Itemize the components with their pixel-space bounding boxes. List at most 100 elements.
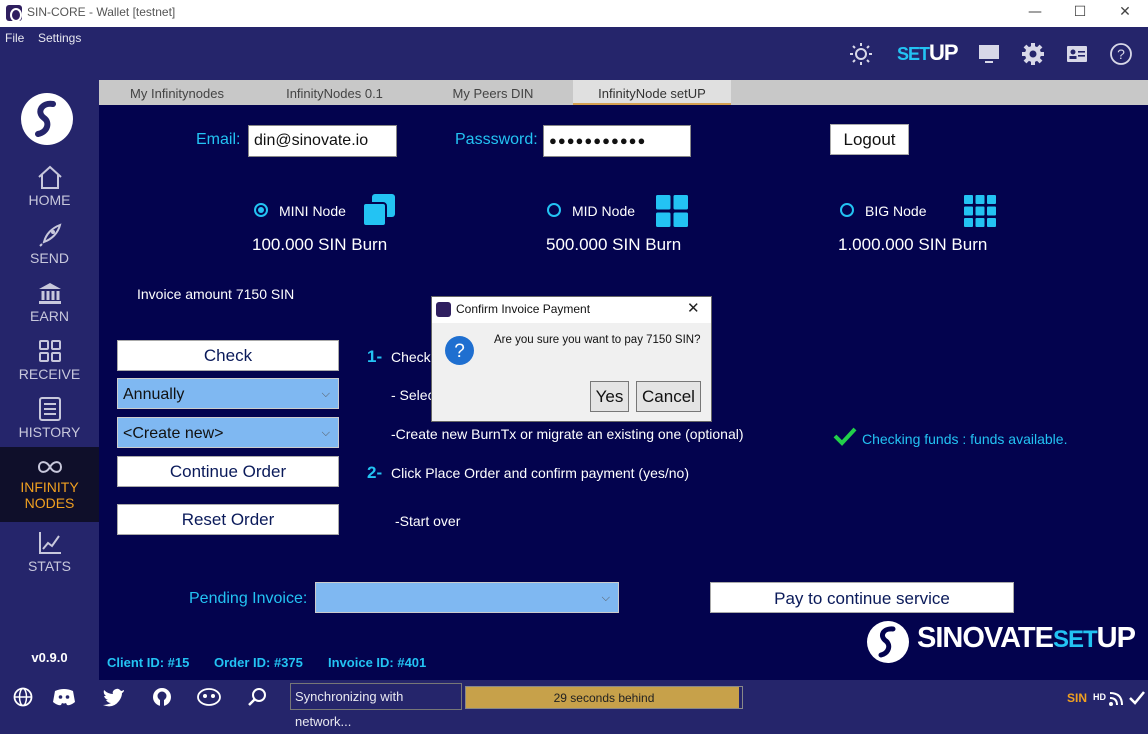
invoice-amount: Invoice amount 7150 SIN xyxy=(137,286,295,302)
sidebar-item-earn[interactable]: EARN xyxy=(0,280,99,330)
sidebar-item-stats[interactable]: STATS xyxy=(0,530,99,580)
github-icon[interactable] xyxy=(150,687,174,707)
twitter-icon[interactable] xyxy=(102,687,126,707)
app-logo-icon xyxy=(436,302,451,317)
close-button[interactable]: ✕ xyxy=(1102,0,1148,27)
sinovate-brand-icon xyxy=(867,621,909,663)
sinovate-logo-icon xyxy=(21,93,73,145)
help-icon[interactable]: ? xyxy=(1109,42,1133,66)
bank-icon xyxy=(38,283,61,304)
confirm-dialog: Confirm Invoice Payment ✕ ? Are you sure… xyxy=(431,296,712,422)
sidebar-item-history[interactable]: HISTORY xyxy=(0,396,99,446)
funds-status: Checking funds : funds available. xyxy=(862,431,1068,447)
svg-text:?: ? xyxy=(1117,46,1125,62)
brand-part1: SINOVATE xyxy=(917,622,1054,654)
email-field[interactable]: din@sinovate.io xyxy=(248,125,397,157)
sidebar-item-label-line1: INFINITY xyxy=(20,479,79,495)
sidebar-item-label: EARN xyxy=(30,308,69,324)
tab-my-infinitynodes[interactable]: My Infinitynodes xyxy=(99,80,255,105)
mid-node-burn: 500.000 SIN Burn xyxy=(546,235,682,254)
tab-bar: My Infinitynodes InfinityNodes 0.1 My Pe… xyxy=(99,80,1148,105)
setup-logo[interactable]: SETUP xyxy=(897,40,959,66)
cancel-button[interactable]: Cancel xyxy=(636,381,701,412)
sync-progress-bar: 29 seconds behind xyxy=(465,686,743,709)
invoice-id: Invoice ID: #401 xyxy=(328,655,427,670)
sidebar-item-home[interactable]: HOME xyxy=(0,164,99,214)
sidebar-item-send[interactable]: SEND xyxy=(0,222,99,272)
search-icon[interactable] xyxy=(246,687,270,707)
maximize-button[interactable]: ☐ xyxy=(1057,0,1103,27)
unit-label: SIN xyxy=(1067,691,1088,705)
gear-icon[interactable] xyxy=(1021,42,1045,66)
burn-tx-select[interactable]: <Create new> ⌵ xyxy=(117,417,339,448)
mini-node-radio[interactable] xyxy=(254,203,268,217)
dialog-title: Confirm Invoice Payment xyxy=(456,302,591,316)
question-icon: ? xyxy=(445,336,474,365)
password-field[interactable]: ●●●●●●●●●●● xyxy=(543,125,691,157)
sidebar-item-label: STATS xyxy=(27,558,72,574)
step-2-text: Click Place Order and confirm payment (y… xyxy=(391,465,689,481)
step-1-text: Check xyxy=(391,349,431,365)
dialog-message: Are you sure you want to pay 7150 SIN? xyxy=(494,334,701,346)
sidebar-item-label: SEND xyxy=(30,250,69,266)
sync-progress-text: 29 seconds behind xyxy=(553,691,655,705)
chevron-down-icon: ⌵ xyxy=(601,592,610,604)
menu-bar: File Settings xyxy=(0,27,1148,53)
dialog-close-button[interactable]: ✕ xyxy=(687,299,700,317)
tab-my-peers-din[interactable]: My Peers DIN xyxy=(414,80,572,105)
mid-node-radio[interactable] xyxy=(547,203,561,217)
infinity-icon xyxy=(37,461,62,473)
yes-button[interactable]: Yes xyxy=(590,381,629,412)
brand-part2: SET xyxy=(1052,626,1098,653)
brightness-icon[interactable] xyxy=(849,42,873,66)
pending-invoice-select[interactable]: ⌵ xyxy=(315,582,619,613)
window-title-bar: SIN-CORE - Wallet [testnet] — ☐ ✕ xyxy=(0,0,1148,27)
period-select[interactable]: Annually ⌵ xyxy=(117,378,339,409)
mid-node-icon xyxy=(656,195,688,227)
sidebar-item-label: HISTORY xyxy=(18,424,81,440)
sidebar-item-infinity-nodes[interactable]: INFINITY NODES xyxy=(0,447,99,522)
menu-file[interactable]: File xyxy=(5,31,24,45)
sync-status-text: Synchronizing with network... xyxy=(290,683,462,729)
sidebar-item-label-line2: NODES xyxy=(24,495,75,511)
continue-order-button[interactable]: Continue Order xyxy=(117,456,339,487)
app-logo-icon xyxy=(6,5,22,22)
qr-code-icon xyxy=(38,340,61,362)
tab-infinitynode-setup[interactable]: InfinityNode setUP xyxy=(573,80,731,105)
sidebar-item-label: HOME xyxy=(28,192,71,208)
sidebar-item-receive[interactable]: RECEIVE xyxy=(0,338,99,388)
start-over-text: -Start over xyxy=(395,513,461,529)
chevron-down-icon: ⌵ xyxy=(321,427,330,439)
pay-to-continue-button[interactable]: Pay to continue service xyxy=(710,582,1014,613)
setup-logo-prefix: SET xyxy=(897,44,930,64)
minimize-button[interactable]: — xyxy=(1012,0,1058,27)
burn-tx-select-value: <Create new> xyxy=(123,425,224,442)
menu-settings[interactable]: Settings xyxy=(38,31,81,45)
network-signal-icon xyxy=(1109,692,1123,706)
step-2-number: 2- xyxy=(367,463,383,482)
order-id: Order ID: #375 xyxy=(214,655,303,670)
big-node-radio[interactable] xyxy=(840,203,854,217)
discord-icon[interactable] xyxy=(52,687,76,707)
setup-logo-suffix: UP xyxy=(929,40,959,65)
dialog-title-bar: Confirm Invoice Payment ✕ xyxy=(432,297,711,323)
tab-infinitynodes-01[interactable]: InfinityNodes 0.1 xyxy=(255,80,414,105)
mini-node-burn: 100.000 SIN Burn xyxy=(252,235,388,254)
mid-node-label: MID Node xyxy=(572,203,636,219)
pending-invoice-label: Pending Invoice: xyxy=(189,590,308,607)
address-book-icon[interactable] xyxy=(1065,42,1089,66)
mini-node-icon xyxy=(362,194,395,227)
hd-label: HD xyxy=(1093,692,1106,702)
check-button[interactable]: Check xyxy=(117,340,339,371)
monitor-icon[interactable] xyxy=(977,42,1001,66)
big-node-icon xyxy=(964,195,996,227)
brand-wordmark: SINOVATESETUP xyxy=(917,622,1136,655)
rocket-icon xyxy=(38,223,61,247)
list-icon xyxy=(38,397,61,421)
step-1-burntx-text: -Create new BurnTx or migrate an existin… xyxy=(391,426,744,442)
logout-button[interactable]: Logout xyxy=(830,124,909,155)
globe-icon[interactable] xyxy=(11,687,35,707)
reset-order-button[interactable]: Reset Order xyxy=(117,504,339,535)
mascot-icon[interactable] xyxy=(196,687,222,707)
home-icon xyxy=(37,165,62,189)
